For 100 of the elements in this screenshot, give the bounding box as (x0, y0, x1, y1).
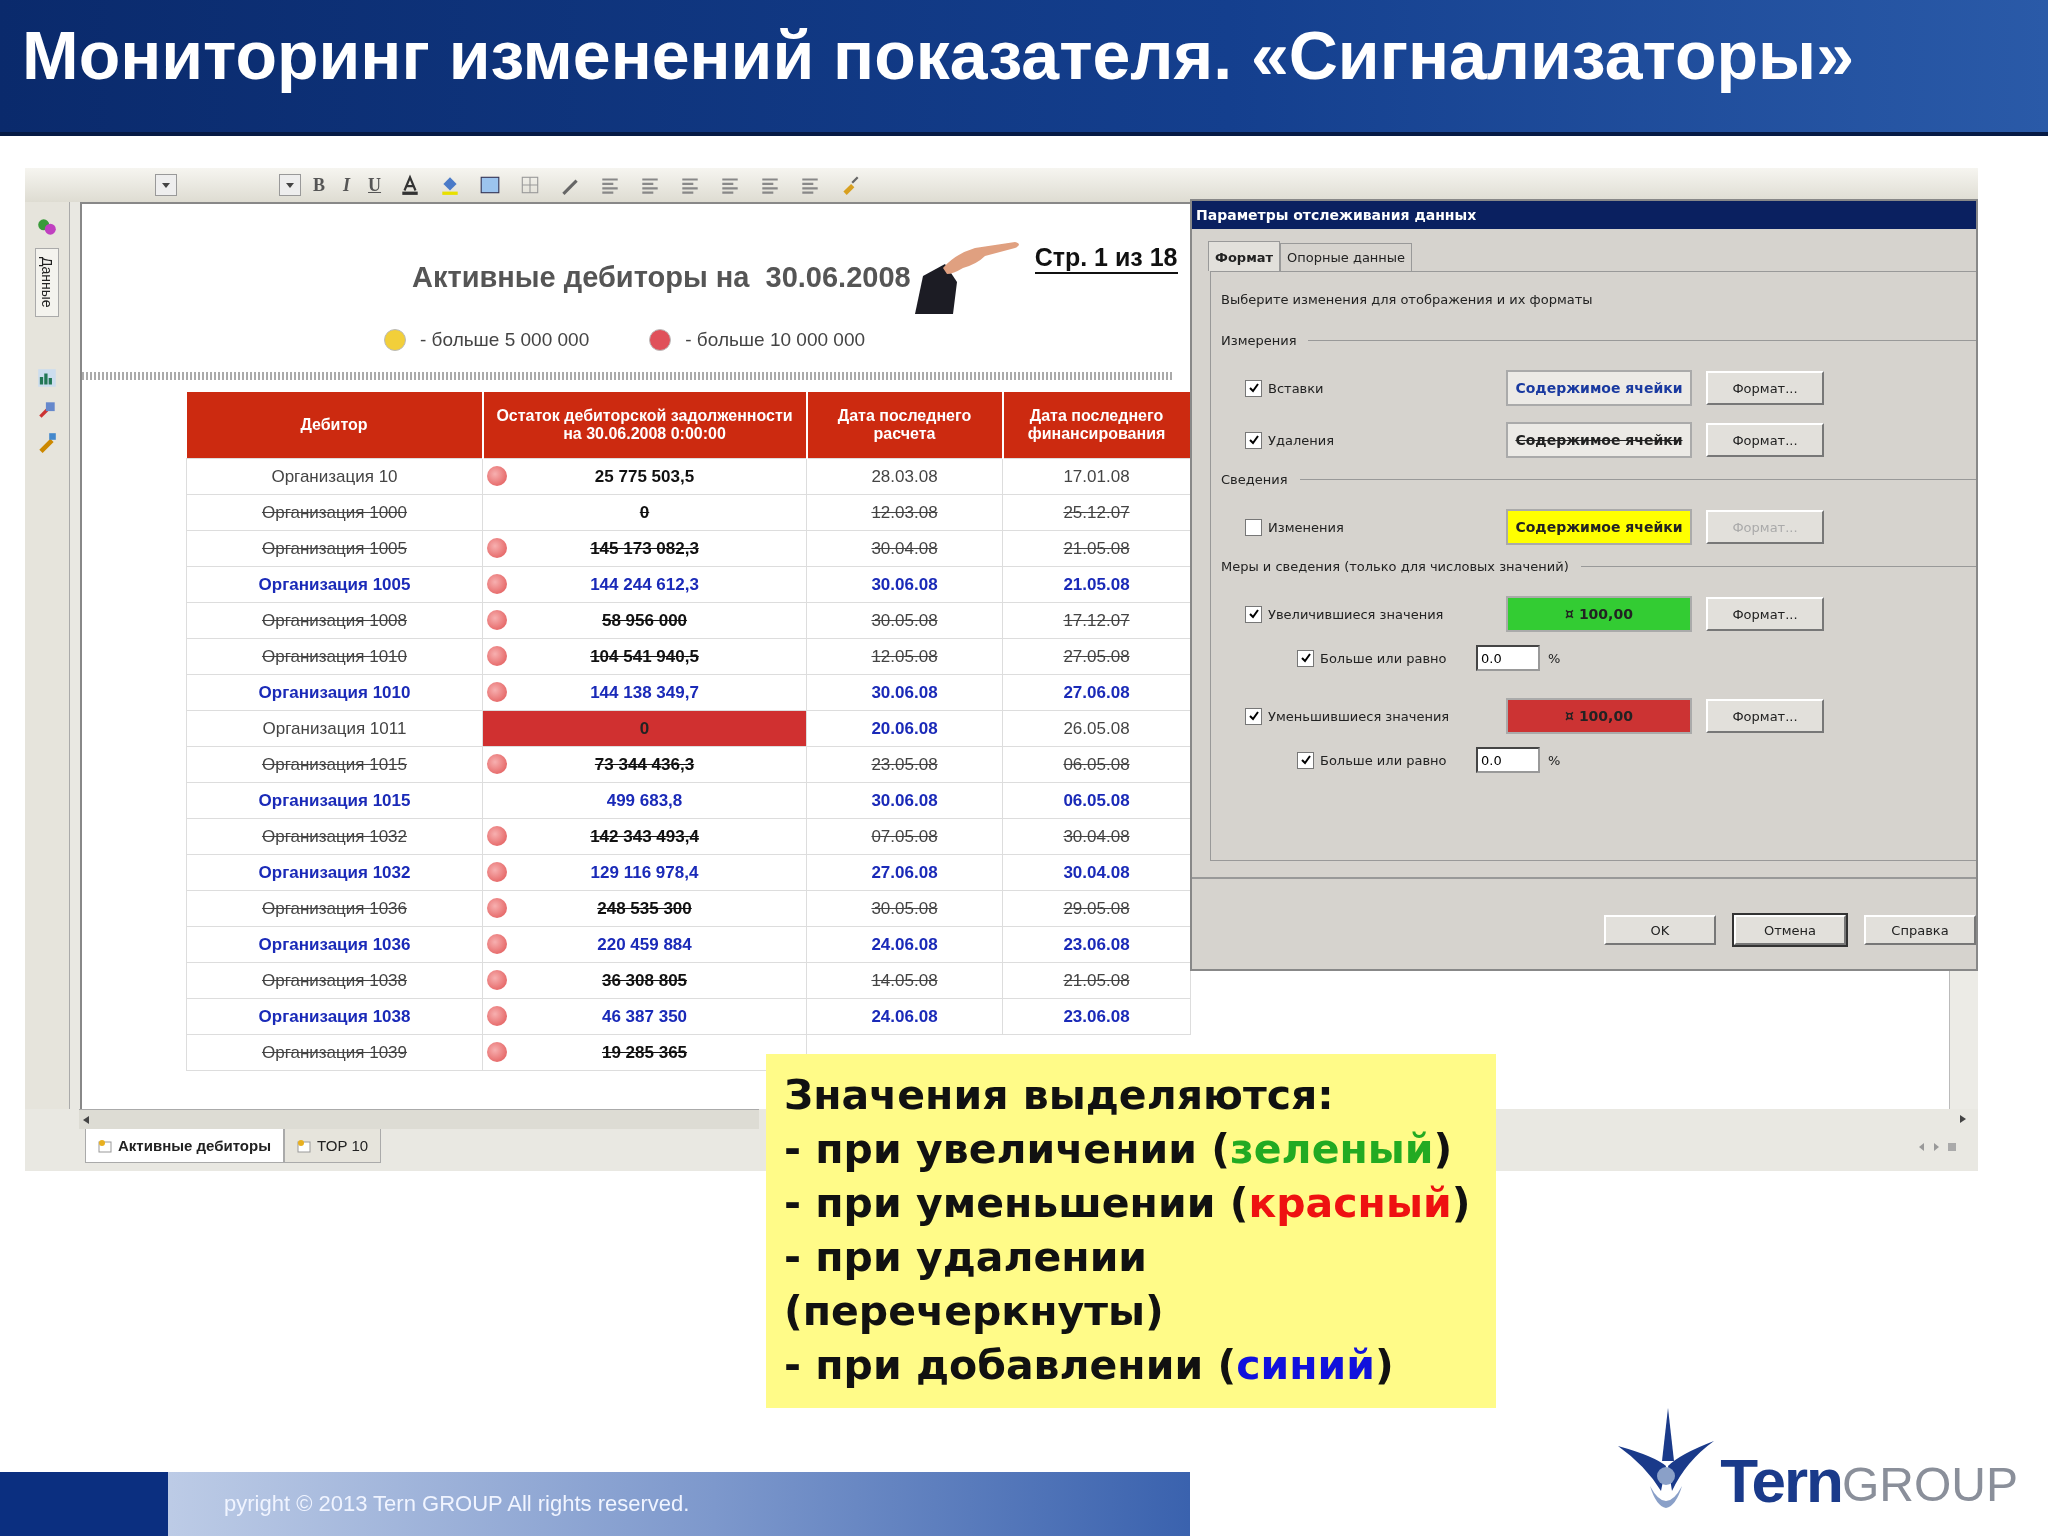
format-button[interactable]: I (337, 174, 357, 196)
legend-label: - больше 10 000 000 (685, 329, 866, 351)
sheet-icon (296, 1138, 311, 1153)
table-cell: 30.06.08 (806, 782, 1003, 819)
checkbox[interactable] (1245, 518, 1262, 536)
checkbox-label: Увеличившиеся значения (1268, 606, 1445, 622)
dialog-button[interactable]: Справка (1864, 915, 1976, 945)
table-cell: 23.06.08 (1002, 998, 1191, 1035)
threshold-field[interactable]: 0.0 (1476, 645, 1540, 671)
format-button[interactable]: B (307, 174, 331, 196)
format-button[interactable]: Формат... (1706, 699, 1824, 733)
table-cell: 30.05.08 (806, 890, 1003, 927)
column-header: Дебитор (186, 392, 483, 459)
table-cell: 30.06.08 (806, 566, 1003, 603)
table-cell: 142 343 493,4 (482, 818, 807, 855)
checkbox-label: Больше или равно (1320, 752, 1448, 768)
column-header: Дата последнего финансирования (1002, 392, 1191, 459)
table-cell: Организация 1036 (186, 926, 483, 963)
format-button[interactable]: U (362, 174, 388, 196)
checkbox[interactable] (1245, 379, 1262, 397)
table-cell: 36 308 805 (482, 962, 807, 999)
table-cell: 17.01.08 (1002, 458, 1191, 495)
callout-text: Значения выделяются: - при увеличении (зеленый) - при уменьшении (красный) - при удалении (перечеркнуты) - при добавлении (синий) (766, 1054, 1496, 1408)
table-cell: 30.05.08 (806, 602, 1003, 639)
checkbox[interactable] (1297, 649, 1314, 667)
horizontal-scrollbar[interactable] (79, 1109, 759, 1129)
table-cell: 24.06.08 (806, 926, 1003, 963)
format-preview: Содержимое ячейки (1506, 509, 1692, 545)
edit-icon[interactable] (36, 430, 58, 453)
table-cell: 58 956 000 (482, 602, 807, 639)
dialog-button[interactable]: OK (1604, 915, 1716, 945)
table-cell: 07.05.08 (806, 818, 1003, 855)
table-cell: 104 541 940,5 (482, 638, 807, 675)
table-cell: 25 775 503,5 (482, 458, 807, 495)
section-label: Меры и сведения (только для числовых значений) (1221, 559, 1569, 574)
table-cell: Организация 1005 (186, 566, 483, 603)
dialog-button[interactable]: Отмена (1734, 915, 1846, 945)
unit-label: % (1548, 650, 1561, 666)
checkbox[interactable] (1297, 751, 1314, 769)
table-cell: Организация 1011 (186, 710, 483, 747)
navigation-icon[interactable] (1918, 1141, 1958, 1153)
scroll-right-icon[interactable] (1960, 1115, 1966, 1123)
sheet-tab[interactable]: TOP 10 (283, 1129, 382, 1163)
checkbox[interactable] (1245, 707, 1262, 725)
table-cell: 28.03.08 (806, 458, 1003, 495)
dialog-tab[interactable]: Опорные данные (1280, 243, 1413, 271)
table-cell: Организация 1005 (186, 530, 483, 567)
unit-label: % (1548, 752, 1561, 768)
table-cell: 24.06.08 (806, 998, 1003, 1035)
table-cell: Организация 1032 (186, 818, 483, 855)
data-icon[interactable] (36, 216, 58, 238)
table-cell: 129 116 978,4 (482, 854, 807, 891)
format-button[interactable]: Формат... (1706, 423, 1824, 457)
checkbox-label: Уменьшившиеся значения (1268, 708, 1451, 724)
checkbox[interactable] (1245, 431, 1262, 449)
table-cell: 12.03.08 (806, 494, 1003, 531)
report-title: Активные дебиторы на 30.06.2008 (412, 261, 911, 294)
table-cell: 220 459 884 (482, 926, 807, 963)
checkbox-label: Изменения (1268, 519, 1345, 535)
format-button[interactable]: Формат... (1706, 371, 1824, 405)
dialog-title: Параметры отслеживания данных (1192, 201, 1976, 229)
table-cell: 30.04.08 (806, 530, 1003, 567)
scroll-left-icon[interactable] (83, 1115, 89, 1124)
instruction-text: Выберите изменения для отображения и их форматы (1221, 292, 1594, 307)
format-preview: Содержимое ячейки (1506, 370, 1692, 406)
table-cell: Организация 1000 (186, 494, 483, 531)
threshold-field[interactable]: 0.0 (1476, 747, 1540, 773)
column-header: Дата последнего расчета (806, 392, 1003, 459)
table-cell: 0 (482, 494, 807, 531)
format-preview: ¤ 100,00 (1506, 698, 1692, 734)
table-cell: 145 173 082,3 (482, 530, 807, 567)
table-cell: Организация 1008 (186, 602, 483, 639)
dropdown-button[interactable] (155, 174, 177, 196)
table-cell: 23.05.08 (806, 746, 1003, 783)
page-number: Стр. 1 из 18 (1034, 243, 1178, 274)
table-cell: Организация 1038 (186, 962, 483, 999)
checkbox[interactable] (1245, 605, 1262, 623)
table-cell: Организация 1032 (186, 854, 483, 891)
table-cell: Организация 1015 (186, 782, 483, 819)
table-cell: 20.06.08 (806, 710, 1003, 747)
legend-label: - больше 5 000 000 (420, 329, 590, 351)
table-cell: 46 387 350 (482, 998, 807, 1035)
brand-name: Tern (1720, 1445, 1842, 1516)
table-cell: 499 683,8 (482, 782, 807, 819)
dialog-tab[interactable]: Формат (1208, 241, 1281, 271)
table-cell: Организация 1038 (186, 998, 483, 1035)
table-cell: 73 344 436,3 (482, 746, 807, 783)
table-cell: Организация 1039 (186, 1034, 483, 1071)
format-preview: Содержимое ячейки (1506, 422, 1692, 458)
format-button[interactable]: Формат... (1706, 597, 1824, 631)
dropdown-button[interactable] (279, 174, 301, 196)
sheet-tab[interactable]: Активные дебиторы (85, 1129, 284, 1163)
checkbox-label: Удаления (1268, 432, 1335, 448)
picture-icon[interactable] (479, 174, 502, 196)
section-label: Измерения (1221, 333, 1297, 348)
chart-icon[interactable] (36, 366, 58, 389)
brand-suffix: GROUP (1842, 1457, 2018, 1512)
table-cell: 14.05.08 (806, 962, 1003, 999)
side-tab[interactable]: Данные (35, 248, 59, 317)
slide-title: Мониторинг изменений показателя. «Сигнализаторы» (22, 18, 1854, 93)
